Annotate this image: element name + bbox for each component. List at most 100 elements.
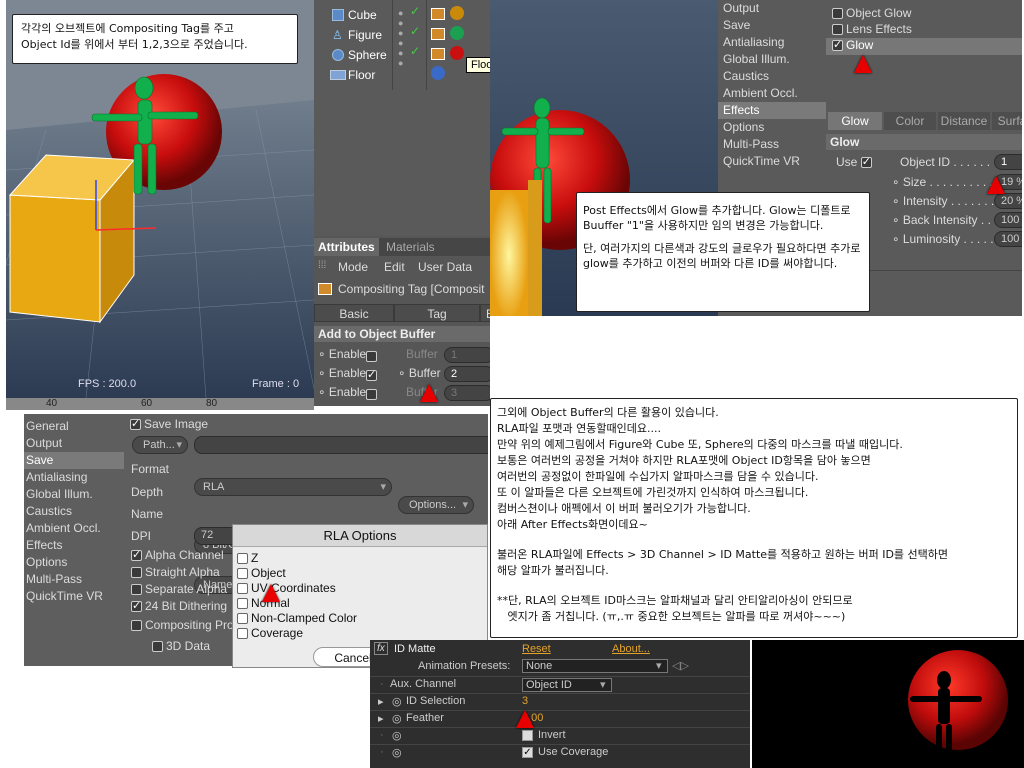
buffer-field[interactable]: 2 bbox=[444, 366, 490, 382]
tab-color[interactable]: Color bbox=[884, 112, 936, 130]
menu-item-antialiasing[interactable]: Antialiasing bbox=[718, 34, 826, 51]
tab-attributes[interactable]: Attributes bbox=[314, 238, 379, 256]
tab-surface[interactable]: Surfa bbox=[992, 112, 1022, 130]
effect-row[interactable]: Lens Effects bbox=[832, 22, 912, 36]
rla-item[interactable]: Coverage bbox=[237, 626, 303, 640]
fx-icon[interactable]: fx bbox=[374, 642, 388, 655]
menu-edit[interactable]: Edit bbox=[384, 260, 405, 274]
tab-distance[interactable]: Distance bbox=[938, 112, 990, 130]
expand-icon[interactable]: ▸ bbox=[378, 712, 384, 725]
rla-item[interactable]: Non-Clamped Color bbox=[237, 611, 357, 625]
use-checkbox[interactable] bbox=[860, 155, 872, 169]
menu-item-effects[interactable]: Effects bbox=[24, 537, 124, 554]
effect-row[interactable]: Glow bbox=[826, 38, 1022, 55]
invert-checkbox[interactable] bbox=[522, 730, 533, 741]
visibility-dot-icon[interactable]: ● ● bbox=[398, 48, 403, 68]
reset-link[interactable]: Reset bbox=[522, 643, 551, 655]
subtab-tag[interactable]: Tag bbox=[394, 304, 480, 322]
menu-item-global-illum[interactable]: Global Illum. bbox=[718, 51, 826, 68]
path-button[interactable]: Path... bbox=[132, 436, 188, 454]
check-row[interactable]: 24 Bit Dithering bbox=[131, 599, 227, 613]
menu-item-options[interactable]: Options bbox=[24, 554, 124, 571]
check-row[interactable]: 3D Data bbox=[152, 639, 210, 653]
rla-checkbox[interactable] bbox=[237, 626, 248, 640]
compositing-tag-icon[interactable] bbox=[431, 28, 445, 40]
enable-checkbox[interactable] bbox=[366, 351, 377, 363]
menu-item-antialiasing[interactable]: Antialiasing bbox=[24, 469, 124, 486]
save-image-row[interactable]: Save Image bbox=[130, 417, 208, 431]
menu-item-options[interactable]: Options bbox=[718, 119, 826, 136]
param-field[interactable]: 20 % bbox=[994, 193, 1022, 209]
material-tag-icon[interactable] bbox=[450, 6, 464, 20]
menu-item-output[interactable]: Output bbox=[718, 0, 826, 17]
object-id-field[interactable]: 1 bbox=[994, 154, 1022, 170]
aux-dropdown[interactable]: Object ID bbox=[522, 678, 612, 692]
tab-materials[interactable]: Materials bbox=[382, 238, 439, 256]
visibility-dot-icon[interactable]: ● ● bbox=[398, 8, 403, 28]
enable-checkbox[interactable] bbox=[366, 389, 377, 401]
material-tag-icon[interactable] bbox=[431, 66, 445, 80]
check-icon[interactable]: ✓ bbox=[410, 44, 420, 58]
menu-item-ambient-occl[interactable]: Ambient Occl. bbox=[718, 85, 826, 102]
coverage-checkbox[interactable]: ✓ bbox=[522, 747, 533, 758]
checkbox[interactable] bbox=[131, 567, 142, 579]
checkbox[interactable] bbox=[152, 641, 163, 653]
rla-checkbox[interactable] bbox=[237, 598, 248, 610]
check-row[interactable]: Alpha Channel bbox=[131, 548, 224, 562]
format-dropdown[interactable]: RLA bbox=[194, 478, 392, 496]
tab-glow[interactable]: Glow bbox=[828, 112, 882, 130]
effect-checkbox[interactable] bbox=[832, 24, 843, 36]
rla-item[interactable]: Z bbox=[237, 551, 258, 565]
menu-item-save[interactable]: Save bbox=[24, 452, 124, 469]
save-image-checkbox[interactable] bbox=[130, 417, 141, 431]
menu-item-output[interactable]: Output bbox=[24, 435, 124, 452]
stopwatch-icon[interactable]: ◎ bbox=[392, 729, 402, 742]
param-field[interactable]: 100 bbox=[994, 212, 1022, 228]
buffer-field[interactable]: 1 bbox=[444, 347, 490, 363]
check-icon[interactable]: ✓ bbox=[410, 4, 420, 18]
material-tag-icon[interactable] bbox=[450, 46, 464, 60]
buffer-field[interactable]: 3 bbox=[444, 385, 490, 401]
menu-item-general[interactable]: General bbox=[24, 418, 124, 435]
expand-icon[interactable]: ▸ bbox=[378, 695, 384, 708]
effect-checkbox[interactable] bbox=[832, 38, 843, 52]
menu-item-quicktime-vr[interactable]: QuickTime VR bbox=[718, 153, 826, 170]
menu-item-multi-pass[interactable]: Multi-Pass bbox=[718, 136, 826, 153]
checkbox[interactable] bbox=[131, 599, 142, 613]
checkbox[interactable] bbox=[131, 548, 142, 562]
rla-item[interactable]: Object bbox=[237, 566, 286, 580]
stopwatch-icon[interactable]: ◎ bbox=[392, 712, 402, 725]
check-row[interactable]: Separate Alpha bbox=[131, 582, 227, 596]
menu-item-effects[interactable]: Effects bbox=[718, 102, 826, 119]
enable-checkbox[interactable] bbox=[366, 368, 377, 382]
id-value[interactable]: 3 bbox=[522, 695, 528, 707]
menu-mode[interactable]: Mode bbox=[338, 260, 368, 274]
param-field[interactable]: 100 bbox=[994, 231, 1022, 247]
menu-user-data[interactable]: User Data bbox=[418, 260, 472, 274]
menu-item-multi-pass[interactable]: Multi-Pass bbox=[24, 571, 124, 588]
effect-row[interactable]: Object Glow bbox=[832, 6, 911, 20]
compositing-tag-icon[interactable] bbox=[431, 48, 445, 60]
menu-item-caustics[interactable]: Caustics bbox=[24, 503, 124, 520]
visibility-dot-icon[interactable]: ● ● bbox=[398, 28, 403, 48]
material-tag-icon[interactable] bbox=[450, 26, 464, 40]
rla-checkbox[interactable] bbox=[237, 611, 248, 625]
checkbox[interactable] bbox=[131, 620, 142, 632]
menu-item-caustics[interactable]: Caustics bbox=[718, 68, 826, 85]
rla-checkbox[interactable] bbox=[237, 551, 248, 565]
menu-item-quicktime-vr[interactable]: QuickTime VR bbox=[24, 588, 124, 605]
menu-item-save[interactable]: Save bbox=[718, 17, 826, 34]
path-field[interactable] bbox=[194, 436, 488, 454]
effect-checkbox[interactable] bbox=[832, 8, 843, 20]
prev-preset-icon[interactable]: ◁▷ bbox=[672, 659, 689, 672]
rla-item[interactable]: UV Coordinates bbox=[237, 581, 336, 595]
check-icon[interactable]: ✓ bbox=[410, 24, 420, 38]
checkbox[interactable] bbox=[131, 584, 142, 596]
subtab-e[interactable]: E bbox=[480, 304, 490, 322]
stopwatch-icon[interactable]: ◎ bbox=[392, 695, 402, 708]
timeline-ruler[interactable]: 40 60 80 bbox=[6, 398, 314, 410]
check-row[interactable]: Straight Alpha bbox=[131, 565, 220, 579]
about-link[interactable]: About... bbox=[612, 643, 650, 655]
rla-checkbox[interactable] bbox=[237, 583, 248, 595]
stopwatch-icon[interactable]: ◎ bbox=[392, 746, 402, 759]
